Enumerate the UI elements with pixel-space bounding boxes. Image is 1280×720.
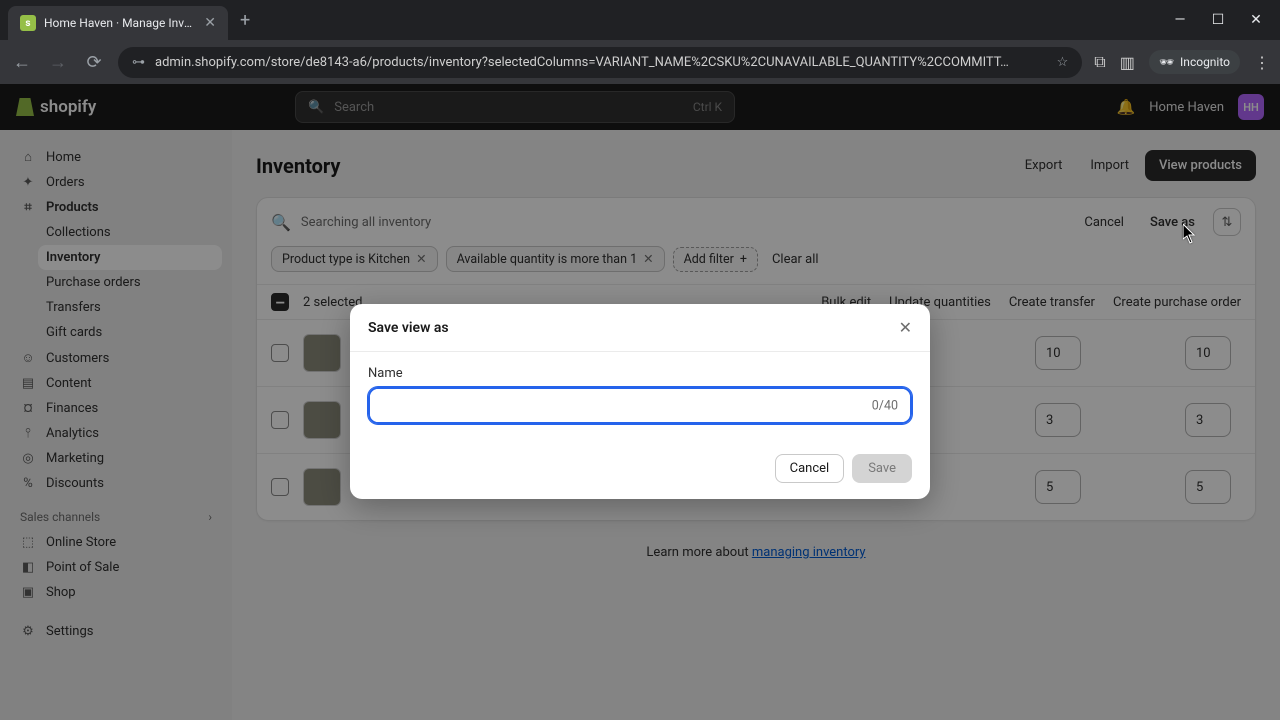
- site-info-icon[interactable]: ⊶: [132, 55, 145, 70]
- address-bar[interactable]: ⊶ admin.shopify.com/store/de8143-a6/prod…: [118, 47, 1082, 78]
- incognito-badge: 🕶 Incognito: [1149, 50, 1240, 74]
- browser-tab[interactable]: s Home Haven · Manage Invento ✕: [8, 6, 228, 40]
- tab-title: Home Haven · Manage Invento: [44, 16, 196, 30]
- char-counter: 0/40: [872, 398, 898, 413]
- modal-save-button[interactable]: Save: [852, 454, 912, 483]
- extensions-icon[interactable]: ⧉: [1094, 52, 1105, 72]
- bookmark-star-icon[interactable]: ☆: [1057, 55, 1069, 70]
- new-tab-button[interactable]: +: [228, 10, 262, 31]
- url-text: admin.shopify.com/store/de8143-a6/produc…: [155, 55, 1047, 70]
- save-view-modal: Save view as ✕ Name 0/40 Cancel Save: [350, 304, 930, 499]
- nav-reload-icon[interactable]: ⟳: [82, 52, 106, 73]
- modal-cancel-button[interactable]: Cancel: [775, 454, 845, 483]
- view-name-input[interactable]: [370, 389, 910, 422]
- nav-forward-icon[interactable]: →: [46, 52, 70, 73]
- name-input-wrap: 0/40: [368, 387, 912, 424]
- favicon-icon: s: [20, 15, 36, 31]
- window-close-icon[interactable]: ✕: [1246, 12, 1266, 28]
- side-panel-icon[interactable]: ▥: [1120, 53, 1135, 72]
- modal-title: Save view as: [368, 320, 449, 336]
- incognito-icon: 🕶: [1159, 55, 1174, 69]
- nav-back-icon[interactable]: ←: [10, 52, 34, 73]
- tab-close-icon[interactable]: ✕: [204, 15, 216, 31]
- browser-menu-icon[interactable]: ⋮: [1254, 53, 1270, 72]
- window-minimize-icon[interactable]: —: [1170, 12, 1190, 28]
- name-field-label: Name: [368, 366, 912, 381]
- modal-close-icon[interactable]: ✕: [899, 318, 912, 337]
- window-maximize-icon[interactable]: ☐: [1208, 12, 1228, 28]
- modal-overlay[interactable]: Save view as ✕ Name 0/40 Cancel Save: [0, 84, 1280, 720]
